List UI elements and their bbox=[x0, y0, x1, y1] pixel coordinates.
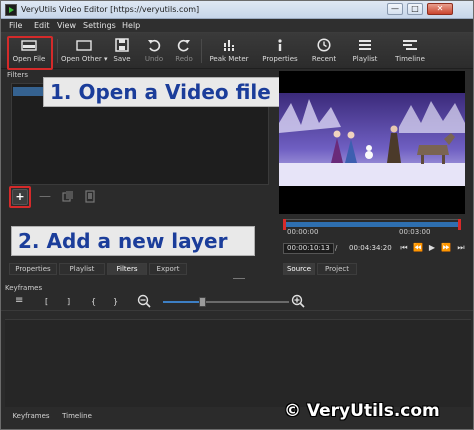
skip-back-icon[interactable]: ⏮ bbox=[399, 242, 409, 254]
app-logo-icon bbox=[5, 4, 17, 16]
menu-edit[interactable]: Edit bbox=[34, 21, 50, 30]
menu-help[interactable]: Help bbox=[122, 21, 140, 30]
paste-filter-button[interactable] bbox=[83, 189, 99, 205]
copy-icon bbox=[62, 191, 73, 202]
zoom-out-icon[interactable] bbox=[137, 294, 151, 310]
playlist-button[interactable]: Playlist bbox=[345, 35, 385, 67]
properties-button[interactable]: Properties bbox=[257, 35, 303, 67]
save-label: Save bbox=[113, 55, 131, 63]
out-point-marker[interactable] bbox=[458, 219, 461, 230]
step-2-callout: 2. Add a new layer bbox=[11, 226, 255, 256]
window-title: VeryUtils Video Editor [https://veryutil… bbox=[21, 5, 200, 14]
open-other-label: Open Other ▾ bbox=[61, 55, 108, 63]
properties-label: Properties bbox=[262, 55, 298, 63]
step-1-callout: 1. Open a Video file bbox=[43, 77, 301, 107]
info-icon bbox=[257, 35, 303, 53]
list-icon bbox=[345, 35, 385, 53]
set-out-icon[interactable]: ] bbox=[67, 297, 70, 306]
redo-label: Redo bbox=[175, 55, 193, 63]
rewind-icon[interactable]: ⏪ bbox=[413, 242, 423, 254]
undo-label: Undo bbox=[144, 55, 164, 63]
tab-playlist[interactable]: Playlist bbox=[59, 263, 105, 275]
tab-keyframes[interactable]: Keyframes bbox=[9, 411, 53, 422]
current-time-field[interactable]: 00:00:10:13 bbox=[283, 243, 334, 254]
tab-source[interactable]: Source bbox=[283, 263, 315, 275]
play-icon[interactable]: ▶ bbox=[427, 242, 437, 254]
open-file-highlight bbox=[7, 36, 53, 70]
clock-icon bbox=[307, 35, 341, 53]
open-other-text: Open Other bbox=[61, 55, 102, 63]
ruler-tick-end: 00:03:00 bbox=[399, 228, 431, 236]
tab-project[interactable]: Project bbox=[317, 263, 357, 275]
undo-icon bbox=[143, 35, 165, 53]
ruler-tick-start: 00:00:00 bbox=[287, 228, 319, 236]
toolbar-separator bbox=[57, 39, 58, 63]
app-window: VeryUtils Video Editor [https://veryutil… bbox=[0, 0, 474, 430]
zoom-in-icon[interactable] bbox=[291, 294, 305, 310]
minimize-button[interactable]: — bbox=[387, 3, 403, 15]
tab-properties[interactable]: Properties bbox=[9, 263, 57, 275]
video-frame-illustration bbox=[279, 93, 465, 186]
menu-icon[interactable]: ≡ bbox=[15, 295, 23, 306]
total-time-display: 00:04:34:20 bbox=[349, 244, 392, 252]
peak-meter-button[interactable]: Peak Meter bbox=[207, 35, 251, 67]
player-bottom-letterbox bbox=[279, 186, 465, 214]
zoom-slider-handle[interactable] bbox=[199, 297, 206, 307]
skip-forward-icon[interactable]: ⏭ bbox=[456, 242, 466, 254]
menu-settings[interactable]: Settings bbox=[83, 21, 116, 30]
set-in-icon[interactable]: [ bbox=[45, 297, 48, 306]
remove-filter-button[interactable]: — bbox=[37, 189, 53, 205]
open-other-button[interactable]: Open Other ▾ bbox=[61, 35, 108, 67]
video-preview[interactable] bbox=[279, 93, 465, 186]
menu-view[interactable]: View bbox=[57, 21, 76, 30]
redo-icon bbox=[173, 35, 195, 53]
timeline-label: Timeline bbox=[395, 55, 425, 63]
menu-bar: File Edit View Settings Help bbox=[1, 19, 473, 33]
zoom-slider-fill bbox=[163, 301, 203, 303]
folder-open-icon bbox=[61, 35, 107, 53]
peak-meter-label: Peak Meter bbox=[209, 55, 249, 63]
fast-forward-icon[interactable]: ⏩ bbox=[441, 242, 451, 254]
tab-timeline[interactable]: Timeline bbox=[57, 411, 97, 422]
in-point-marker[interactable] bbox=[283, 219, 286, 230]
panel-splitter[interactable] bbox=[233, 278, 245, 279]
timeline-icon bbox=[389, 35, 431, 53]
close-button[interactable]: ✕ bbox=[427, 3, 453, 15]
save-icon bbox=[111, 35, 133, 53]
paste-icon bbox=[85, 190, 95, 203]
title-bar: VeryUtils Video Editor [https://veryutil… bbox=[1, 1, 473, 19]
toolbar: Open File Open Other ▾ Save Undo Redo Pe… bbox=[1, 33, 473, 69]
time-separator: / bbox=[335, 244, 338, 252]
copy-filter-button[interactable] bbox=[61, 189, 77, 205]
tab-export[interactable]: Export bbox=[149, 263, 187, 275]
watermark: © VeryUtils.com bbox=[284, 401, 440, 421]
keyframes-panel-title: Keyframes bbox=[5, 284, 43, 292]
player-top-letterbox bbox=[279, 71, 465, 93]
tab-filters[interactable]: Filters bbox=[107, 263, 147, 275]
save-button[interactable]: Save bbox=[111, 35, 133, 67]
undo-button[interactable]: Undo bbox=[143, 35, 165, 67]
maximize-button[interactable]: □ bbox=[407, 3, 423, 15]
filters-panel-title: Filters bbox=[7, 71, 28, 79]
keyframes-track-area[interactable] bbox=[5, 319, 471, 407]
playlist-label: Playlist bbox=[352, 55, 378, 63]
seek-next-icon[interactable]: } bbox=[113, 297, 118, 306]
meter-icon bbox=[207, 35, 251, 53]
toolbar-separator bbox=[201, 39, 202, 63]
redo-button[interactable]: Redo bbox=[173, 35, 195, 67]
seek-previous-icon[interactable]: { bbox=[91, 297, 96, 306]
recent-button[interactable]: Recent bbox=[307, 35, 341, 67]
ruler-range-fill bbox=[283, 222, 459, 227]
menu-file[interactable]: File bbox=[9, 21, 22, 30]
timeline-ruler[interactable] bbox=[283, 219, 461, 230]
recent-label: Recent bbox=[311, 55, 337, 63]
add-filter-highlight bbox=[9, 186, 31, 208]
timeline-button[interactable]: Timeline bbox=[389, 35, 431, 67]
